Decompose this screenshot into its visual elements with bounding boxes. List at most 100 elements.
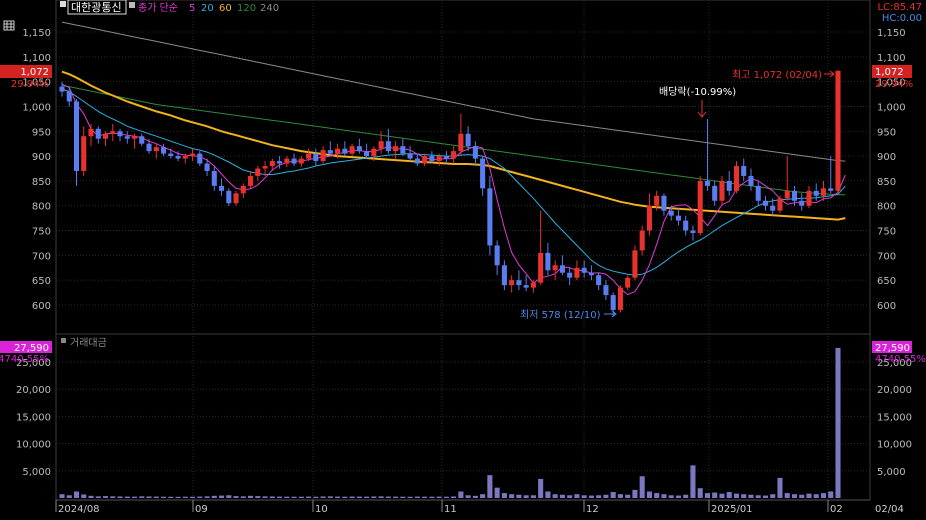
- volume-bar: [835, 347, 841, 498]
- candle-body: [219, 185, 225, 191]
- candle-body: [472, 146, 478, 159]
- volume-bar: [784, 493, 790, 498]
- volume-bar: [770, 494, 776, 498]
- x-axis-label: 10: [315, 504, 328, 515]
- candle-body: [73, 101, 80, 171]
- candle-body: [240, 185, 246, 194]
- price-y-tick: 850: [877, 177, 896, 188]
- candle-body: [139, 136, 145, 144]
- volume-bar: [73, 491, 80, 498]
- candle-body: [59, 86, 65, 92]
- candlestick-chart[interactable]: 1,1501,1001,0501,00095090085080075070065…: [0, 0, 926, 516]
- price-y-tick: 800: [32, 202, 51, 213]
- volume-bar: [204, 496, 210, 498]
- volume-bar: [697, 488, 703, 498]
- candle-body: [364, 151, 370, 157]
- high-annotation: 최고 1,072 (02/04): [732, 69, 822, 81]
- volume-bar: [190, 496, 196, 498]
- volume-bar: [211, 495, 217, 498]
- volume-y-tick: 15,000: [877, 412, 912, 423]
- volume-bar: [625, 494, 631, 498]
- candle-body: [755, 185, 761, 201]
- candle-body: [117, 131, 123, 137]
- candle-body: [770, 205, 776, 211]
- candle-body: [66, 91, 72, 102]
- volume-bar: [632, 489, 638, 498]
- candle-body: [414, 158, 420, 164]
- candle-body: [501, 265, 507, 286]
- volume-bar: [581, 495, 587, 498]
- candle-body: [712, 185, 718, 201]
- candle-body: [277, 161, 283, 164]
- volume-bar: [538, 478, 544, 498]
- volume-bar: [574, 494, 580, 498]
- price-y-tick: 1,000: [22, 102, 51, 113]
- candle-body: [741, 166, 747, 176]
- volume-title: 거래대금: [70, 337, 107, 349]
- price-y-tick: 900: [32, 152, 51, 163]
- current-price-right: 1,072: [875, 67, 904, 78]
- x-axis-label: 09: [195, 504, 208, 515]
- volume-bar: [480, 494, 486, 498]
- candle-body: [342, 148, 348, 154]
- x-axis-labels: 2024/08 09 10 11 12 2025/01 02 02/04: [55, 500, 904, 515]
- x-axis-label: 12: [586, 504, 599, 515]
- volume-bar: [175, 496, 181, 498]
- volume-bar: [755, 495, 761, 498]
- candle-body: [284, 158, 290, 164]
- candle-body: [190, 153, 196, 157]
- candle-body: [248, 175, 254, 186]
- price-y-tick: 800: [877, 202, 896, 213]
- volume-bar: [182, 496, 188, 498]
- indicator-label: 종가 단순: [138, 2, 178, 14]
- candle-body: [596, 275, 602, 286]
- price-y-tick: 600: [877, 301, 896, 312]
- candle-body: [487, 188, 493, 246]
- volume-bar: [683, 494, 689, 498]
- volume-bar: [219, 495, 225, 498]
- table-icon[interactable]: [3, 20, 15, 31]
- volume-bar: [262, 496, 268, 498]
- volume-bar: [429, 496, 435, 498]
- volume-bar: [733, 493, 740, 498]
- volume-bar: [516, 494, 522, 498]
- volume-bar: [364, 496, 370, 498]
- volume-bar: [298, 496, 304, 498]
- candle-body: [610, 295, 616, 310]
- volume-bar: [320, 496, 326, 498]
- price-y-tick: 900: [877, 152, 896, 163]
- candle-body: [335, 148, 341, 154]
- price-y-tick: 1,100: [22, 53, 51, 64]
- candle-body: [400, 146, 406, 154]
- volume-y-ticks-left: 25,00020,00015,00010,0005,000: [16, 358, 51, 478]
- volume-bar: [197, 496, 203, 498]
- volume-bar: [603, 494, 609, 498]
- volume-bar: [356, 496, 362, 498]
- volume-marker: [61, 338, 66, 343]
- volume-bar: [88, 495, 94, 498]
- volume-bar: [414, 496, 420, 498]
- volume-value-right: 27,590: [875, 343, 910, 354]
- volume-value-left: 27,590: [14, 343, 49, 354]
- candle-body: [255, 168, 261, 176]
- volume-bar: [95, 496, 101, 498]
- candle-body: [567, 272, 573, 278]
- price-y-tick: 750: [877, 227, 896, 238]
- volume-bar: [719, 493, 725, 498]
- candle-body: [690, 230, 696, 234]
- candle-body: [393, 146, 399, 152]
- candle-body: [530, 282, 536, 288]
- volume-bar: [661, 494, 667, 498]
- candle-body: [806, 190, 812, 206]
- candle-body: [820, 188, 827, 196]
- candle-body: [603, 285, 609, 296]
- candle-body: [719, 180, 725, 201]
- volume-bar: [291, 496, 297, 498]
- volume-bar: [131, 496, 138, 498]
- volume-bar: [422, 496, 428, 498]
- volume-bar: [567, 495, 573, 498]
- volume-bar: [255, 496, 261, 498]
- volume-bar: [313, 496, 319, 498]
- candle-body: [458, 133, 464, 152]
- ma5-label: 5: [189, 3, 195, 14]
